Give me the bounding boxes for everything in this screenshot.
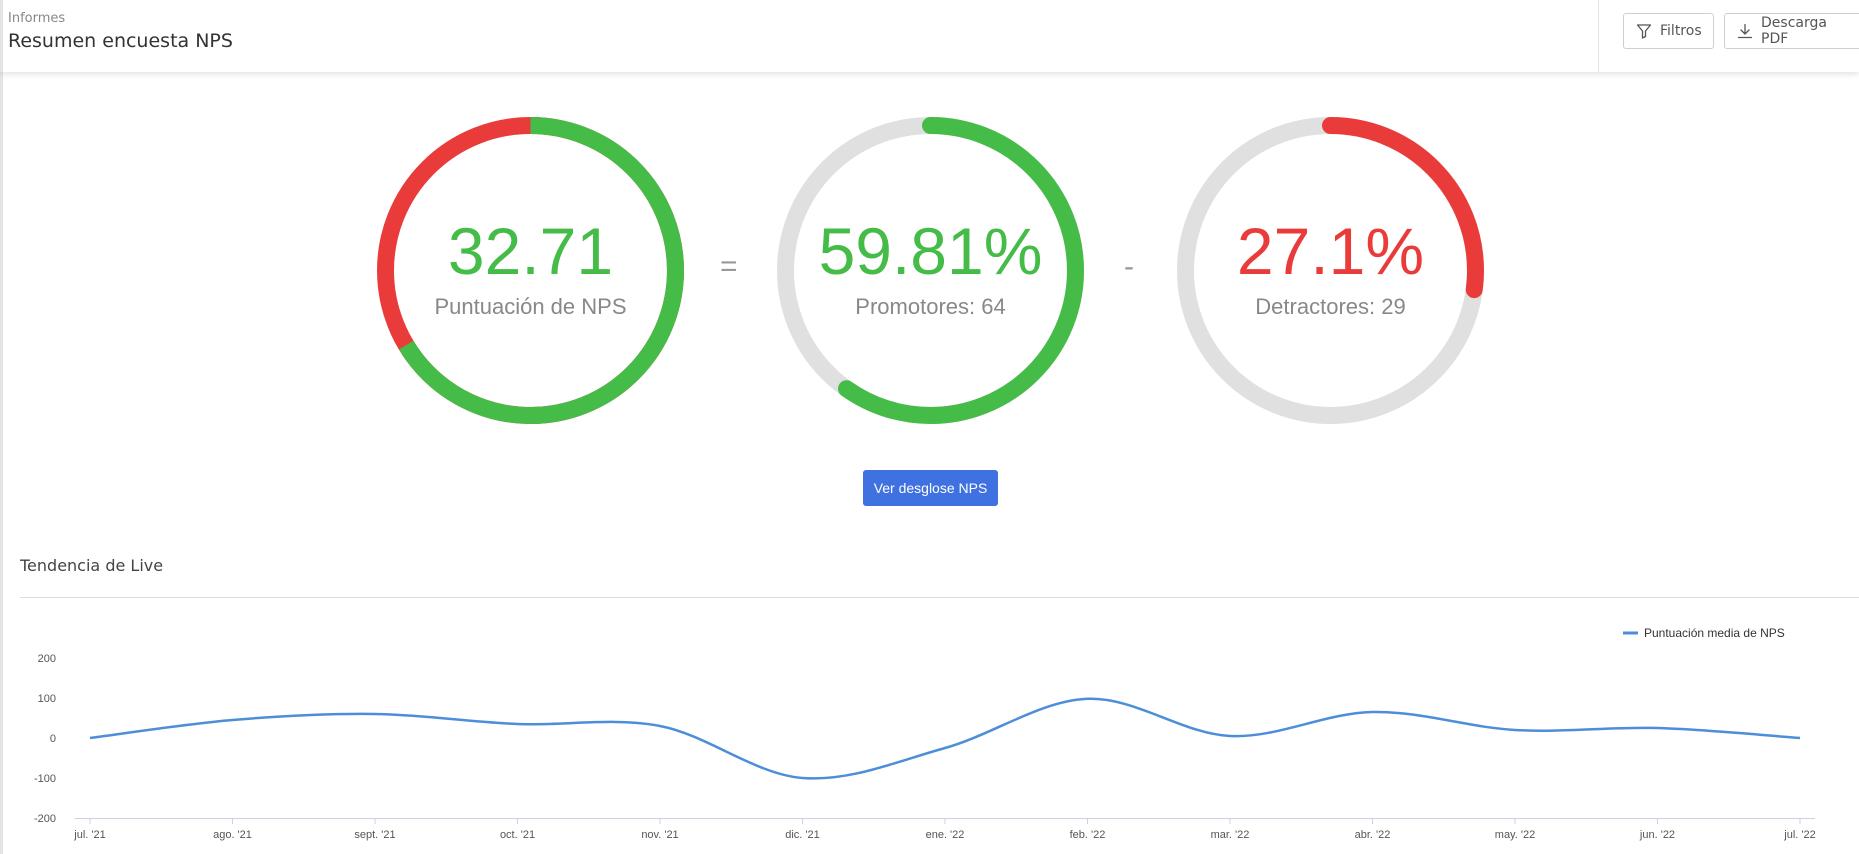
y-tick-label: -200 (34, 813, 56, 825)
y-tick-label: 100 (38, 693, 56, 705)
download-pdf-label: Descarga PDF (1761, 15, 1827, 47)
promoters-gauge: 59.81% Promotores: 64 (768, 108, 1093, 433)
x-tick-label: jul. '21 (73, 829, 105, 841)
x-tick-label: jun. '22 (1639, 829, 1675, 841)
promoters-label: Promotores: 64 (855, 294, 1006, 319)
equals-sign: = (720, 250, 738, 283)
x-tick-label: jul. '22 (1783, 829, 1815, 841)
trend-section-title: Tendencia de Live (20, 556, 164, 575)
x-tick-label: dic. '21 (785, 829, 820, 841)
nps-score-label: Puntuación de NPS (434, 294, 627, 319)
page-title: Resumen encuesta NPS (8, 30, 233, 52)
nps-breakdown-button[interactable]: Ver desglose NPS (863, 470, 998, 506)
y-tick-label: 200 (38, 653, 56, 665)
x-tick-label: mar. '22 (1211, 829, 1250, 841)
x-tick-label: oct. '21 (500, 829, 535, 841)
y-tick-label: -100 (34, 773, 56, 785)
download-icon (1737, 23, 1753, 39)
x-tick-label: ago. '21 (213, 829, 252, 841)
legend-label[interactable]: Puntuación media de NPS (1644, 626, 1785, 640)
detractors-value: 27.1% (1236, 214, 1425, 288)
filter-icon (1636, 24, 1652, 39)
promoters-value: 59.81% (818, 214, 1043, 288)
x-tick-label: feb. '22 (1070, 829, 1106, 841)
nps-trend-chart: 200 100 0 -100 -200 jul. '21 ago. '21 sept. '21… (34, 626, 1816, 841)
filters-label: Filtros (1660, 23, 1702, 39)
y-tick-label: 0 (50, 733, 56, 745)
section-divider (20, 597, 1859, 598)
minus-sign: - (1124, 250, 1134, 283)
detractors-gauge: 27.1% Detractores: 29 (1168, 108, 1493, 433)
x-tick-label: may. '22 (1495, 829, 1535, 841)
toolbar-divider (1598, 0, 1599, 72)
x-tick-label: nov. '21 (641, 829, 678, 841)
download-pdf-button[interactable]: Descarga PDF (1724, 13, 1859, 49)
x-tick-label: sept. '21 (354, 829, 395, 841)
nps-score-value: 32.71 (447, 214, 614, 288)
series-line (89, 697, 1801, 780)
filters-button[interactable]: Filtros (1623, 13, 1714, 49)
nps-score-gauge: 32.71 Puntuación de NPS (368, 108, 693, 433)
top-bar: Informes Resumen encuesta NPS Filtros De… (0, 0, 1859, 72)
x-tick-label: abr. '22 (1355, 829, 1391, 841)
x-tick-label: ene. '22 (926, 829, 965, 841)
detractors-label: Detractores: 29 (1255, 294, 1406, 319)
breadcrumb[interactable]: Informes (8, 11, 65, 26)
